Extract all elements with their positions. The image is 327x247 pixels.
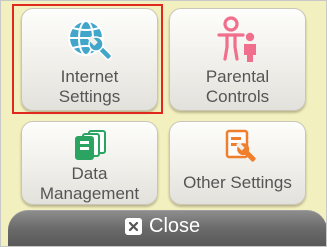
- parental-controls-label: Parental Controls: [205, 67, 270, 106]
- parental-controls-button[interactable]: Parental Controls: [169, 8, 306, 111]
- other-settings-label: Other Settings: [183, 173, 292, 192]
- x-box-icon: [125, 218, 142, 235]
- parent-child-icon: [216, 16, 256, 62]
- settings-screen: Internet Settings Parental Controls Data…: [0, 0, 327, 247]
- data-management-label: Data Management: [39, 164, 140, 203]
- close-label: Close: [149, 215, 201, 237]
- selection-cursor: [12, 4, 163, 114]
- data-management-button[interactable]: Data Management: [21, 121, 158, 205]
- close-button[interactable]: Close: [8, 210, 326, 246]
- document-wrench-icon: [225, 129, 256, 162]
- other-settings-button[interactable]: Other Settings: [169, 121, 306, 205]
- data-cards-icon: [74, 130, 106, 160]
